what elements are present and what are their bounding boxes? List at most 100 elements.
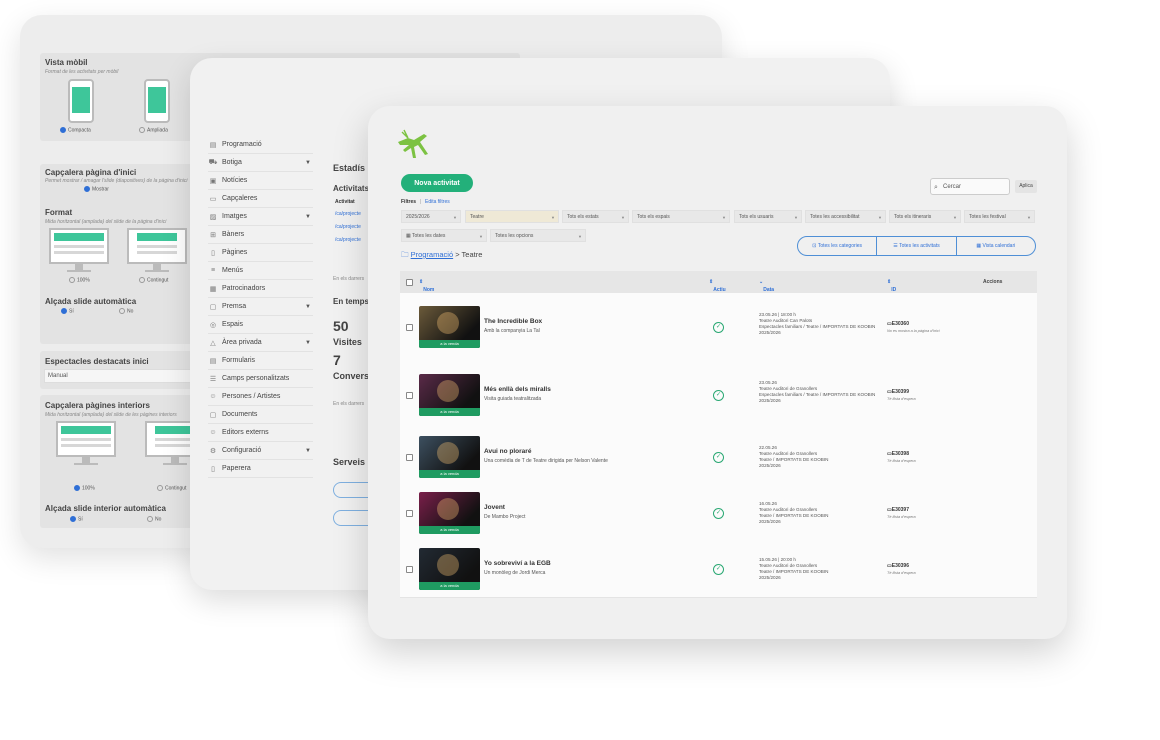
activity-id-note: Té llista d'espera [887, 571, 916, 575]
sidebar-item[interactable]: ⊞ Bàners [208, 226, 313, 244]
sidebar-item[interactable]: ▨ Imatges ▼ [208, 208, 313, 226]
chevron-down-icon[interactable]: ▼ [305, 160, 311, 166]
row-checkbox[interactable] [406, 324, 413, 331]
radio-alcada-si[interactable]: Sí [61, 308, 74, 314]
column-name[interactable]: ⇕ Nom [419, 279, 434, 293]
table-row[interactable]: a la venda Yo sobreviví a la EGB Un monòle… [400, 541, 1037, 598]
chevron-down-icon[interactable]: ▼ [305, 448, 311, 454]
sidebar-item[interactable]: ▭ Capçaleres [208, 190, 313, 208]
vista-mobil-subtitle: Format de les activitats per mòbil [45, 69, 119, 75]
filter-category[interactable]: Teatre ▼ [465, 210, 559, 223]
edit-filters-link[interactable]: Edita filtres [425, 199, 450, 205]
row-checkbox[interactable] [406, 392, 413, 399]
active-check-icon[interactable]: ✓ [713, 322, 724, 333]
filter-users[interactable]: Tots els usuaris ▼ [734, 210, 802, 223]
activity-thumbnail[interactable]: a la venda [419, 548, 480, 590]
monitor-contingut-preview[interactable] [127, 228, 187, 272]
radio-mostrar[interactable]: Mostrar [84, 186, 109, 192]
active-check-icon[interactable]: ✓ [713, 564, 724, 575]
sidebar-item[interactable]: ☺ Persones / Artistes [208, 388, 313, 406]
active-check-icon[interactable]: ✓ [713, 452, 724, 463]
column-active[interactable]: ⇕ Actiu [709, 279, 726, 293]
radio-interior-100-label: 100% [82, 485, 95, 492]
radio-alcada-no[interactable]: No [119, 308, 133, 314]
radio-compacta[interactable]: Compacta [60, 127, 91, 133]
activity-id-value: E30398 [891, 451, 909, 457]
sidebar-item[interactable]: ▢ Documents [208, 406, 313, 424]
row-checkbox[interactable] [406, 454, 413, 461]
radio-interior-contingut[interactable]: Contingut [157, 485, 186, 491]
row-checkbox[interactable] [406, 566, 413, 573]
select-all-checkbox[interactable] [406, 279, 413, 286]
chevron-down-icon[interactable]: ▼ [305, 214, 311, 220]
monitor-100-preview[interactable] [49, 228, 109, 272]
activity-title[interactable]: Avui no ploraré [484, 448, 531, 455]
filter-season[interactable]: 2025/2026 ▼ [401, 210, 461, 223]
sidebar-item[interactable]: ⛟ Botiga ▼ [208, 154, 313, 172]
sidebar-item[interactable]: ≡ Menús [208, 262, 313, 280]
sidebar-item[interactable]: ▯ Pàgines [208, 244, 313, 262]
filter-itineraries[interactable]: Tots els itineraris ▼ [889, 210, 961, 223]
table-row[interactable]: a la venda Més enllà dels miralls Visita g… [400, 361, 1037, 430]
activity-title[interactable]: The Incredible Box [484, 318, 542, 325]
table-row[interactable]: a la venda Jovent De Mambo Project ✓ 16.05.2… [400, 485, 1037, 542]
chevron-down-icon[interactable]: ▼ [305, 340, 311, 346]
monitor-interior-100-preview[interactable] [56, 421, 116, 465]
row-checkbox[interactable] [406, 510, 413, 517]
sidebar-item[interactable]: ☺ Editors externs [208, 424, 313, 442]
new-activity-button[interactable]: Nova activitat [401, 174, 473, 192]
activity-id: ▭E30396 [887, 563, 909, 569]
sidebar-item[interactable]: ◎ Espais [208, 316, 313, 334]
sidebar-item[interactable]: ▤ Formularis [208, 352, 313, 370]
sidebar-item[interactable]: ▤ Programació [208, 136, 313, 154]
people-icon: ☺ [209, 393, 217, 400]
radio-interior-no[interactable]: No [147, 516, 161, 522]
on-sale-badge: a la venda [419, 470, 480, 478]
all-activities-button[interactable]: ☰ Totes les activitats [877, 237, 957, 255]
stats-link-3[interactable]: /ca/projecte [335, 237, 361, 243]
stats-link-2[interactable]: /ca/projecte [335, 224, 361, 230]
activity-thumbnail[interactable]: a la venda [419, 306, 480, 348]
breadcrumb-programacio-link[interactable]: Programació [411, 250, 454, 259]
active-check-icon[interactable]: ✓ [713, 390, 724, 401]
radio-ampliada[interactable]: Ampliada [139, 127, 168, 133]
stats-link-1[interactable]: /ca/projecte [335, 211, 361, 217]
sidebar-item[interactable]: ▣ Notícies [208, 172, 313, 190]
sidebar-item[interactable]: ☰ Camps personalitzats [208, 370, 313, 388]
activity-title[interactable]: Més enllà dels miralls [484, 386, 551, 393]
radio-interior-100[interactable]: 100% [74, 485, 95, 491]
radio-format-contingut[interactable]: Contingut [139, 277, 168, 283]
column-date[interactable]: ⌄ Data [759, 279, 774, 293]
filter-state[interactable]: Tots els estats ▼ [562, 210, 629, 223]
activity-thumbnail[interactable]: a la venda [419, 436, 480, 478]
filter-dates[interactable]: ▦ Totes les dates ▼ [401, 229, 487, 242]
table-row[interactable]: a la venda The Incredible Box Amb la compa… [400, 293, 1037, 362]
activity-thumbnail[interactable]: a la venda [419, 492, 480, 534]
all-categories-button[interactable]: ⊡ Totes les categories [798, 237, 878, 255]
radio-interior-si[interactable]: Sí [70, 516, 83, 522]
activity-thumbnail[interactable]: a la venda [419, 374, 480, 416]
apply-button[interactable]: Aplica [1015, 180, 1037, 193]
espectacles-select[interactable]: Manual [44, 369, 204, 383]
column-id[interactable]: ⇕ ID [887, 279, 896, 293]
search-input[interactable]: ⌕ Cercar [930, 178, 1010, 195]
activity-title[interactable]: Yo sobreviví a la EGB [484, 560, 551, 567]
filter-options[interactable]: Totes les opcions ▼ [490, 229, 586, 242]
filter-festival[interactable]: Totes les festival ▼ [964, 210, 1035, 223]
sidebar-item[interactable]: ▯ Paperera [208, 460, 313, 478]
phone-ampliada-preview[interactable] [144, 79, 170, 123]
filter-space[interactable]: Tots els espais ▼ [632, 210, 730, 223]
sidebar-item[interactable]: ▦ Patrocinadors [208, 280, 313, 298]
phone-compacta-preview[interactable] [68, 79, 94, 123]
sidebar-item[interactable]: △ Àrea privada ▼ [208, 334, 313, 352]
activity-title[interactable]: Jovent [484, 504, 505, 511]
active-check-icon[interactable]: ✓ [713, 508, 724, 519]
chevron-down-icon[interactable]: ▼ [305, 304, 311, 310]
filter-itineraries-value: Tots els itineraris [894, 214, 932, 220]
filter-accessibility[interactable]: Totes les accessibilitat ▼ [805, 210, 886, 223]
sidebar-item[interactable]: ⚙ Configuració ▼ [208, 442, 313, 460]
table-row[interactable]: a la venda Avui no ploraré Una comèdia de … [400, 429, 1037, 486]
sidebar-item[interactable]: ▢ Premsa ▼ [208, 298, 313, 316]
radio-format-100[interactable]: 100% [69, 277, 90, 283]
calendar-view-button[interactable]: ▦ Vista calendari [957, 237, 1035, 255]
